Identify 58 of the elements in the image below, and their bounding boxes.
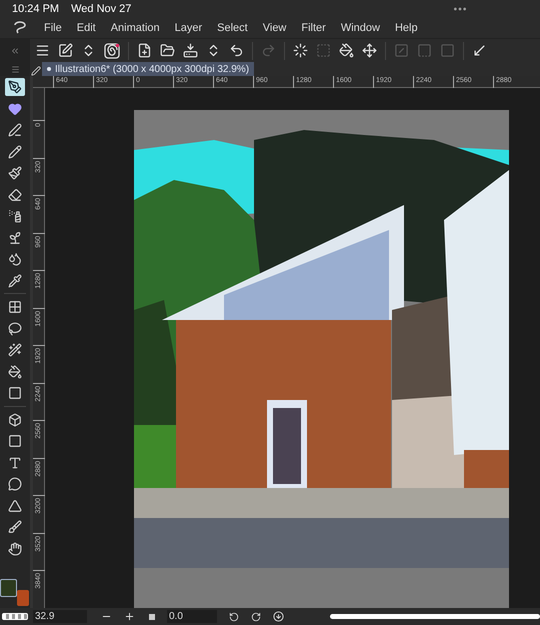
eyedropper-icon [8, 274, 22, 288]
menu-item[interactable]: Layer [174, 20, 202, 36]
status-time: 10:24 PM [12, 2, 60, 17]
status-date: Wed Nov 27 [71, 2, 132, 17]
document-tab[interactable]: Illustration6* (3000 x 4000px 300dpi 32.9%) [42, 62, 254, 76]
transform-icon[interactable] [362, 43, 377, 58]
transparent-color-swatch[interactable] [2, 613, 28, 620]
rotate-right-icon[interactable] [251, 612, 261, 622]
paint-bucket-icon [8, 364, 22, 378]
grid-icon [8, 300, 22, 314]
menu-icon[interactable] [35, 43, 50, 58]
magic-wand-icon [8, 343, 22, 357]
zoom-field[interactable]: 32.9 [33, 610, 87, 623]
grass-icon [8, 230, 22, 244]
pen-icon[interactable] [31, 66, 41, 76]
speech-balloon-icon [8, 477, 22, 491]
menu-item[interactable]: Help [394, 20, 418, 36]
arrow-icon[interactable] [472, 43, 487, 58]
save-icon[interactable] [183, 43, 198, 58]
panel-menu-icon[interactable] [10, 64, 20, 74]
lasso-icon [8, 322, 22, 336]
logo-icon[interactable] [12, 21, 28, 35]
pen-icon [8, 123, 22, 137]
tool-button[interactable] [5, 78, 25, 96]
heart-icon [8, 102, 22, 116]
menu-item[interactable]: Edit [76, 20, 96, 36]
rotate-left-icon[interactable] [229, 612, 239, 622]
rotation-field[interactable]: 0.0 [167, 610, 217, 623]
menu-item[interactable]: Animation [110, 20, 160, 36]
square-icon[interactable] [149, 614, 155, 620]
rectangle-icon [8, 434, 22, 448]
spray-can-icon [8, 209, 22, 223]
text-icon [8, 456, 22, 470]
hand-icon [8, 542, 22, 556]
paint-bucket-icon[interactable] [339, 43, 354, 58]
eraser-icon [8, 188, 22, 202]
collapse-icon[interactable] [10, 46, 20, 56]
edit-icon[interactable] [58, 43, 73, 58]
menu-item[interactable]: Filter [301, 20, 326, 36]
menu-item[interactable]: File [44, 20, 62, 36]
menu-item[interactable]: Window [340, 20, 380, 36]
main-color-swatch[interactable] [0, 579, 17, 597]
pen-icon [8, 80, 22, 94]
droplets-icon [8, 252, 22, 266]
pencil-icon [8, 144, 22, 158]
sub-color-swatch[interactable] [17, 590, 29, 606]
zoom-in-icon[interactable] [124, 611, 135, 622]
menu-item[interactable]: View [262, 20, 286, 36]
reset-rotation-icon[interactable] [273, 611, 284, 622]
undo-icon[interactable] [229, 43, 244, 58]
cube-icon [8, 412, 22, 426]
spiral-icon[interactable] [104, 42, 120, 58]
new-file-icon[interactable] [137, 43, 152, 58]
spinner-icon[interactable] [293, 43, 308, 58]
dot-icon [47, 67, 51, 71]
brush-icon [8, 166, 22, 180]
folder-icon[interactable] [160, 43, 175, 58]
menu-item[interactable]: Select [217, 20, 248, 36]
